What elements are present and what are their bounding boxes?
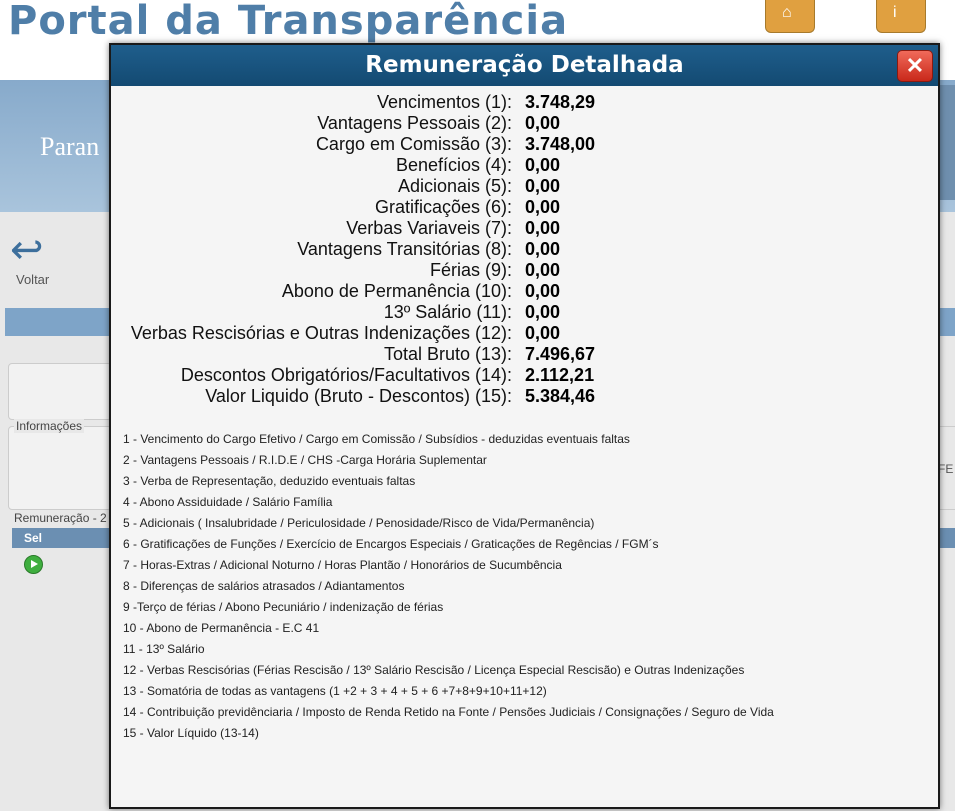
row-value: 2.112,21 — [525, 365, 595, 385]
home-icon: ⌂ — [782, 4, 792, 21]
info-icon: i — [893, 4, 897, 21]
row-label: Verbas Variaveis (7): — [346, 218, 512, 238]
row-label: Valor Liquido (Bruto - Descontos) (15): — [205, 386, 512, 406]
portal-title: Portal da Transparência — [8, 0, 569, 44]
row-label: Cargo em Comissão (3): — [315, 134, 512, 154]
info-panel — [8, 426, 112, 510]
row-value: 0,00 — [525, 113, 561, 133]
row-value: 3.748,00 — [525, 134, 596, 154]
legend-note: 1 - Vencimento do Cargo Efetivo / Cargo … — [123, 432, 630, 446]
legend-note: 14 - Contribuição previdênciaria / Impos… — [123, 705, 774, 719]
remuneration-row: Gratificações (6): 0,00 — [111, 197, 938, 218]
remuneration-row: Vantagens Transitórias (8): 0,00 — [111, 239, 938, 260]
modal-header: Remuneração Detalhada ✕ — [111, 45, 938, 86]
back-label: Voltar — [16, 272, 50, 287]
modal-title: Remuneração Detalhada — [365, 52, 684, 78]
right-table-header-edge — [938, 528, 955, 548]
row-value: 0,00 — [525, 302, 561, 322]
row-label: Abono de Permanência (10): — [281, 281, 512, 301]
legend-note: 11 - 13º Salário — [123, 642, 205, 656]
sel-column-header: Sel — [24, 531, 43, 545]
row-value: 0,00 — [525, 176, 561, 196]
legend-note: 3 - Verba de Representação, deduzido eve… — [123, 474, 416, 488]
row-value: 3.748,29 — [525, 92, 596, 112]
legend-notes: 1 - Vencimento do Cargo Efetivo / Cargo … — [123, 431, 923, 746]
row-label: Vantagens Transitórias (8): — [297, 239, 512, 259]
banner-text: Paran — [40, 132, 100, 161]
back-arrow-icon: ↩ — [10, 228, 44, 272]
filter-panel — [8, 363, 112, 420]
info-button[interactable]: i — [876, 0, 926, 33]
legend-note: 12 - Verbas Rescisórias (Férias Rescisão… — [123, 663, 745, 677]
back-button[interactable]: ↩ Voltar — [8, 228, 68, 292]
legend-note: 4 - Abono Assiduidade / Salário Família — [123, 495, 333, 509]
remuneration-row: Verbas Variaveis (7): 0,00 — [111, 218, 938, 239]
legend-note: 6 - Gratificações de Funções / Exercício… — [123, 537, 659, 551]
row-value: 0,00 — [525, 323, 561, 343]
row-value: 0,00 — [525, 239, 561, 259]
legend-note: 7 - Horas-Extras / Adicional Noturno / H… — [123, 558, 562, 572]
row-value: 0,00 — [525, 260, 561, 280]
row-label: Adicionais (5): — [397, 176, 512, 196]
remuneration-row: Descontos Obrigatórios/Facultativos (14)… — [111, 365, 938, 386]
row-label: 13º Salário (11): — [383, 302, 512, 322]
row-label: Gratificações (6): — [374, 197, 512, 217]
logo — [938, 85, 955, 200]
row-value: 0,00 — [525, 281, 561, 301]
row-label: Total Bruto (13): — [383, 344, 512, 364]
row-value: 5.384,46 — [525, 386, 596, 406]
remuneration-row: Adicionais (5): 0,00 — [111, 176, 938, 197]
remuneration-row: Total Bruto (13): 7.496,67 — [111, 344, 938, 365]
remuneration-panel-label: Remuneração - 2 — [14, 511, 107, 525]
row-label: Verbas Rescisórias e Outras Indenizações… — [130, 323, 512, 343]
legend-note: 15 - Valor Líquido (13-14) — [123, 726, 259, 740]
row-value: 7.496,67 — [525, 344, 596, 364]
info-panel-label: Informações — [14, 419, 85, 433]
row-label: Descontos Obrigatórios/Facultativos (14)… — [180, 365, 512, 385]
remuneration-row: Benefícios (4): 0,00 — [111, 155, 938, 176]
row-label: Férias (9): — [429, 260, 512, 280]
legend-note: 5 - Adicionais ( Insalubridade / Pericul… — [123, 516, 595, 530]
legend-note: 13 - Somatória de todas as vantagens (1 … — [123, 684, 547, 698]
legend-note: 8 - Diferenças de salários atrasados / A… — [123, 579, 405, 593]
close-icon: ✕ — [905, 53, 925, 78]
right-text-fragment: FE — [938, 462, 954, 476]
remuneration-row: Valor Liquido (Bruto - Descontos) (15): 5… — [111, 386, 938, 407]
row-label: Vencimentos (1): — [376, 92, 512, 112]
row-value: 0,00 — [525, 218, 561, 238]
remuneration-modal: Remuneração Detalhada ✕ Vencimentos (1):… — [109, 43, 940, 809]
remuneration-rows: Vencimentos (1): 3.748,29 Vantagens Pesso… — [111, 92, 938, 407]
row-value: 0,00 — [525, 197, 561, 217]
remuneration-row: 13º Salário (11): 0,00 — [111, 302, 938, 323]
remuneration-row: Verbas Rescisórias e Outras Indenizações… — [111, 323, 938, 344]
home-button[interactable]: ⌂ — [765, 0, 815, 33]
row-value: 0,00 — [525, 155, 561, 175]
remuneration-row: Abono de Permanência (10): 0,00 — [111, 281, 938, 302]
remuneration-row: Cargo em Comissão (3): 3.748,00 — [111, 134, 938, 155]
legend-note: 2 - Vantagens Pessoais / R.I.D.E / CHS -… — [123, 453, 487, 467]
row-label: Vantagens Pessoais (2): — [317, 113, 512, 133]
row-label: Benefícios (4): — [395, 155, 512, 175]
table-header: Sel — [12, 528, 110, 548]
legend-note: 10 - Abono de Permanência - E.C 41 — [123, 621, 320, 635]
legend-note: 9 -Terço de férias / Abono Pecuniário / … — [123, 600, 444, 614]
remuneration-row: Vantagens Pessoais (2): 0,00 — [111, 113, 938, 134]
close-button[interactable]: ✕ — [897, 50, 933, 82]
play-icon[interactable] — [24, 555, 43, 574]
remuneration-row: Vencimentos (1): 3.748,29 — [111, 92, 938, 113]
remuneration-row: Férias (9): 0,00 — [111, 260, 938, 281]
